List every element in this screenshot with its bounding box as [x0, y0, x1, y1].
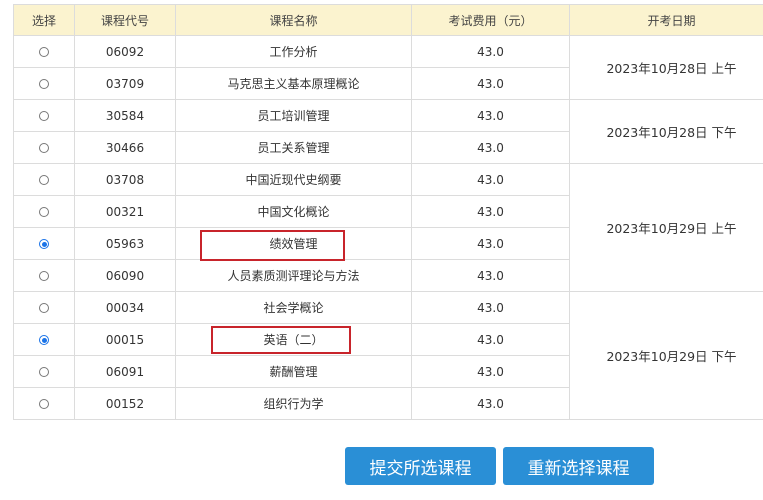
- exam-fee-cell: 43.0: [411, 67, 570, 100]
- course-radio[interactable]: [39, 335, 49, 345]
- course-name-cell: 组织行为学: [175, 387, 412, 420]
- select-cell: [13, 99, 75, 132]
- exam-date-cell: 2023年10月28日 下午: [569, 99, 763, 164]
- exam-fee-cell: 43.0: [411, 163, 570, 196]
- course-code-cell: 06092: [74, 35, 176, 68]
- exam-fee-cell: 43.0: [411, 291, 570, 324]
- select-cell: [13, 291, 75, 324]
- select-cell: [13, 195, 75, 228]
- select-cell: [13, 227, 75, 260]
- course-radio[interactable]: [39, 111, 49, 121]
- course-code-cell: 06091: [74, 355, 176, 388]
- select-cell: [13, 387, 75, 420]
- course-name-cell: 英语（二）: [175, 323, 412, 356]
- exam-fee-cell: 43.0: [411, 323, 570, 356]
- course-name-cell: 人员素质测评理论与方法: [175, 259, 412, 292]
- table-row: 06092 工作分析 43.0 2023年10月28日 上午: [13, 35, 763, 100]
- course-radio[interactable]: [39, 303, 49, 313]
- course-name-cell: 员工培训管理: [175, 99, 412, 132]
- course-name-cell: 社会学概论: [175, 291, 412, 324]
- course-radio[interactable]: [39, 47, 49, 57]
- course-radio[interactable]: [39, 207, 49, 217]
- select-cell: [13, 259, 75, 292]
- select-cell: [13, 323, 75, 356]
- table-row: 30584 员工培训管理 43.0 2023年10月28日 下午: [13, 99, 763, 164]
- course-code-cell: 00015: [74, 323, 176, 356]
- table-header-row: 选择 课程代号 课程名称 考试费用（元） 开考日期: [13, 4, 763, 36]
- course-table-body: 06092 工作分析 43.0 2023年10月28日 上午 03709 马克思主义基本原…: [13, 35, 763, 420]
- exam-fee-cell: 43.0: [411, 227, 570, 260]
- header-exam-fee: 考试费用（元）: [411, 4, 570, 36]
- header-select: 选择: [13, 4, 75, 36]
- exam-date-cell: 2023年10月29日 下午: [569, 291, 763, 420]
- course-name-cell: 马克思主义基本原理概论: [175, 67, 412, 100]
- select-cell: [13, 131, 75, 164]
- course-code-cell: 00152: [74, 387, 176, 420]
- exam-date-cell: 2023年10月29日 上午: [569, 163, 763, 292]
- course-code-cell: 30584: [74, 99, 176, 132]
- course-code-cell: 03708: [74, 163, 176, 196]
- course-name-cell: 员工关系管理: [175, 131, 412, 164]
- select-cell: [13, 67, 75, 100]
- course-radio[interactable]: [39, 175, 49, 185]
- table-row: 00034 社会学概论 43.0 2023年10月29日 下午: [13, 291, 763, 420]
- exam-fee-cell: 43.0: [411, 35, 570, 68]
- select-cell: [13, 35, 75, 68]
- course-name-cell: 工作分析: [175, 35, 412, 68]
- exam-fee-cell: 43.0: [411, 355, 570, 388]
- exam-fee-cell: 43.0: [411, 131, 570, 164]
- select-cell: [13, 163, 75, 196]
- course-radio[interactable]: [39, 79, 49, 89]
- exam-fee-cell: 43.0: [411, 259, 570, 292]
- course-code-cell: 03709: [74, 67, 176, 100]
- course-radio[interactable]: [39, 143, 49, 153]
- course-code-cell: 06090: [74, 259, 176, 292]
- table-row: 03708 中国近现代史纲要 43.0 2023年10月29日 上午: [13, 163, 763, 292]
- course-name-cell: 中国近现代史纲要: [175, 163, 412, 196]
- course-code-cell: 30466: [74, 131, 176, 164]
- header-course-code: 课程代号: [74, 4, 176, 36]
- course-name-cell: 中国文化概论: [175, 195, 412, 228]
- exam-fee-cell: 43.0: [411, 195, 570, 228]
- exam-date-cell: 2023年10月28日 上午: [569, 35, 763, 100]
- course-code-cell: 00034: [74, 291, 176, 324]
- select-cell: [13, 355, 75, 388]
- header-exam-date: 开考日期: [569, 4, 763, 36]
- submit-selected-courses-button[interactable]: 提交所选课程: [345, 447, 496, 485]
- course-code-cell: 05963: [74, 227, 176, 260]
- exam-fee-cell: 43.0: [411, 99, 570, 132]
- course-radio[interactable]: [39, 239, 49, 249]
- exam-fee-cell: 43.0: [411, 387, 570, 420]
- course-radio[interactable]: [39, 271, 49, 281]
- reselect-courses-button[interactable]: 重新选择课程: [503, 447, 654, 485]
- course-name-cell: 薪酬管理: [175, 355, 412, 388]
- course-radio[interactable]: [39, 399, 49, 409]
- course-code-cell: 00321: [74, 195, 176, 228]
- course-radio[interactable]: [39, 367, 49, 377]
- course-name-cell: 绩效管理: [175, 227, 412, 260]
- course-table: 选择 课程代号 课程名称 考试费用（元） 开考日期 06092 工作分析 43.0 2…: [13, 4, 763, 420]
- header-course-name: 课程名称: [175, 4, 412, 36]
